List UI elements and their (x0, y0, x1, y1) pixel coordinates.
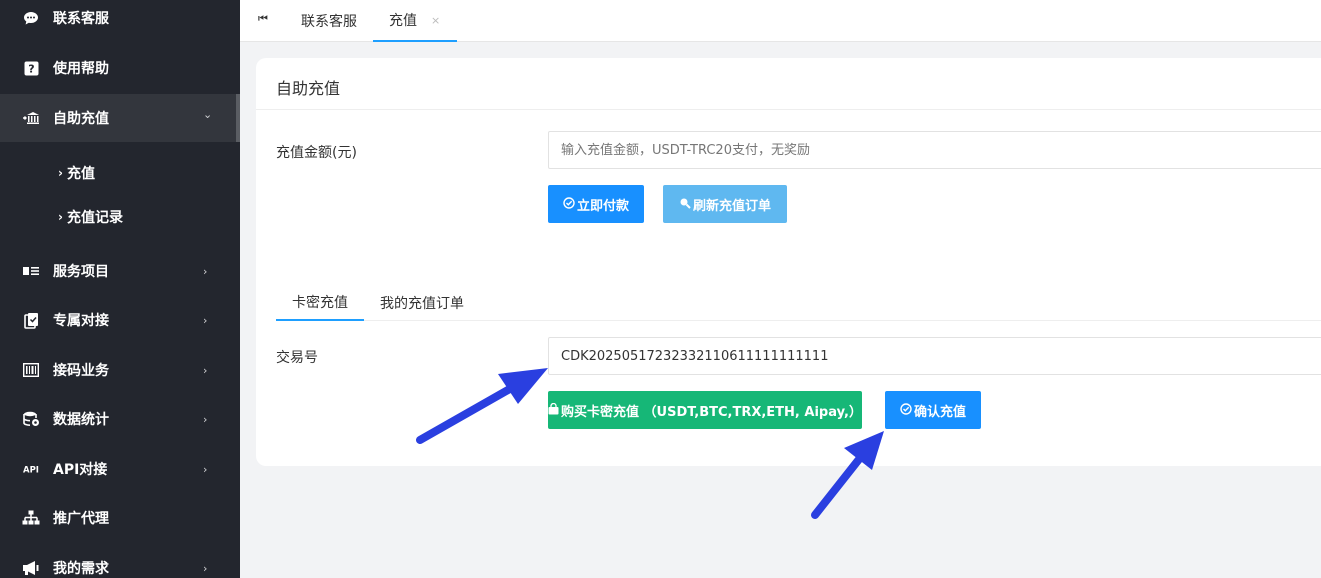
sidebar-item-help[interactable]: ? 使用帮助 (0, 44, 240, 92)
sidebar-subitem-recharge[interactable]: › 充值 (0, 153, 240, 193)
buy-card-key-button[interactable]: 购买卡密充值 （USDT,BTC,TRX,ETH, Aipay,） (548, 391, 862, 429)
sidebar-item-sms-code[interactable]: 接码业务 › (0, 346, 240, 394)
tab-card-recharge[interactable]: 卡密充值 (276, 284, 364, 321)
trade-number-input[interactable] (548, 337, 1321, 375)
sidebar-item-api[interactable]: API API对接 › (0, 445, 240, 493)
subtab-label: 卡密充值 (292, 294, 348, 311)
chat-icon (22, 9, 40, 27)
amount-input[interactable] (548, 131, 1321, 169)
confirm-recharge-button[interactable]: 确认充值 (885, 391, 981, 429)
subtab-label: 我的充值订单 (380, 295, 464, 312)
list-icon (22, 262, 40, 280)
sidebar-item-label: 使用帮助 (53, 61, 109, 77)
svg-text:API: API (23, 466, 39, 475)
chevron-right-icon: › (203, 561, 208, 575)
api-icon: API (22, 460, 40, 478)
sidebar-item-promotion[interactable]: 推广代理 (0, 494, 240, 542)
sidebar-item-recharge[interactable]: 自助充值 ⌄ (0, 94, 240, 142)
sitemap-icon (22, 509, 40, 527)
refresh-orders-button[interactable]: 刷新充值订单 (663, 185, 787, 223)
pay-now-button[interactable]: 立即付款 (548, 185, 644, 223)
search-icon (679, 197, 691, 212)
buy-card-key-label: 购买卡密充值 （USDT,BTC,TRX,ETH, Aipay,） (561, 404, 862, 420)
megaphone-icon (22, 559, 40, 577)
sidebar-subitem-recharge-records[interactable]: › 充值记录 (0, 197, 240, 237)
chevron-right-icon: › (203, 462, 208, 476)
chevron-down-icon: ⌄ (203, 108, 213, 121)
tab-bar: ⏮ 联系客服 充值 × (240, 0, 1321, 42)
chevron-right-icon: › (203, 412, 208, 426)
check-circle-icon (563, 196, 575, 212)
sidebar-subitem-label: 充值 (67, 166, 95, 182)
chevron-right-icon: › (58, 166, 63, 180)
sidebar-item-label: 推广代理 (53, 511, 109, 527)
question-icon: ? (22, 59, 40, 77)
tab-contact[interactable]: 联系客服 (301, 0, 357, 42)
trade-number-label: 交易号 (276, 350, 318, 366)
chevron-right-icon: › (203, 264, 208, 278)
recharge-card: 自助充值 充值金额(元) 立即付款 刷新充值订单 卡密充值 我的充值订单 交易号… (256, 58, 1321, 466)
card-title: 自助充值 (276, 79, 341, 98)
tab-label: 充值 (389, 13, 417, 29)
chevron-right-icon: › (203, 313, 208, 327)
tab-scroll-left-icon[interactable]: ⏮ (258, 12, 268, 26)
sidebar-item-contact[interactable]: 联系客服 (0, 0, 240, 42)
sidebar-item-statistics[interactable]: 数据统计 › (0, 395, 240, 443)
sidebar: 联系客服 ? 使用帮助 自助充值 ⌄ › 充值 › 充值记录 服务项目 › 专属… (0, 0, 240, 578)
card-header: 自助充值 (256, 58, 1321, 110)
barcode-icon (22, 361, 40, 379)
sidebar-item-my-requests[interactable]: 我的需求 › (0, 544, 240, 578)
bank-icon (22, 109, 40, 127)
sidebar-subitem-label: 充值记录 (67, 210, 123, 226)
sidebar-item-label: 自助充值 (53, 111, 109, 127)
sidebar-item-dedicated[interactable]: 专属对接 › (0, 296, 240, 344)
svg-text:?: ? (28, 62, 34, 75)
pay-now-label: 立即付款 (576, 198, 629, 214)
sidebar-item-services[interactable]: 服务项目 › (0, 247, 240, 295)
recharge-subtabs: 卡密充值 我的充值订单 (276, 284, 1321, 321)
confirm-recharge-label: 确认充值 (913, 404, 966, 420)
amount-label: 充值金额(元) (276, 145, 357, 161)
sidebar-item-label: 我的需求 (53, 561, 109, 577)
chevron-right-icon: › (58, 210, 63, 224)
tab-recharge[interactable]: 充值 × (373, 0, 457, 42)
sidebar-item-label: 专属对接 (53, 313, 109, 329)
sidebar-item-label: 接码业务 (53, 363, 109, 379)
tab-my-orders[interactable]: 我的充值订单 (364, 284, 480, 321)
sidebar-item-label: 服务项目 (53, 264, 109, 280)
close-icon[interactable]: × (431, 14, 440, 27)
shopping-bag-icon (548, 402, 559, 418)
refresh-orders-label: 刷新充值订单 (692, 198, 771, 214)
chevron-right-icon: › (203, 363, 208, 377)
clipboard-icon (22, 311, 40, 329)
tab-label: 联系客服 (301, 14, 357, 30)
check-circle-icon (900, 402, 912, 418)
database-icon (22, 410, 40, 428)
sidebar-item-label: 数据统计 (53, 412, 109, 428)
sidebar-item-label: 联系客服 (53, 11, 109, 27)
sidebar-item-label: API对接 (53, 462, 108, 478)
sidebar-scrollbar[interactable] (236, 94, 240, 142)
